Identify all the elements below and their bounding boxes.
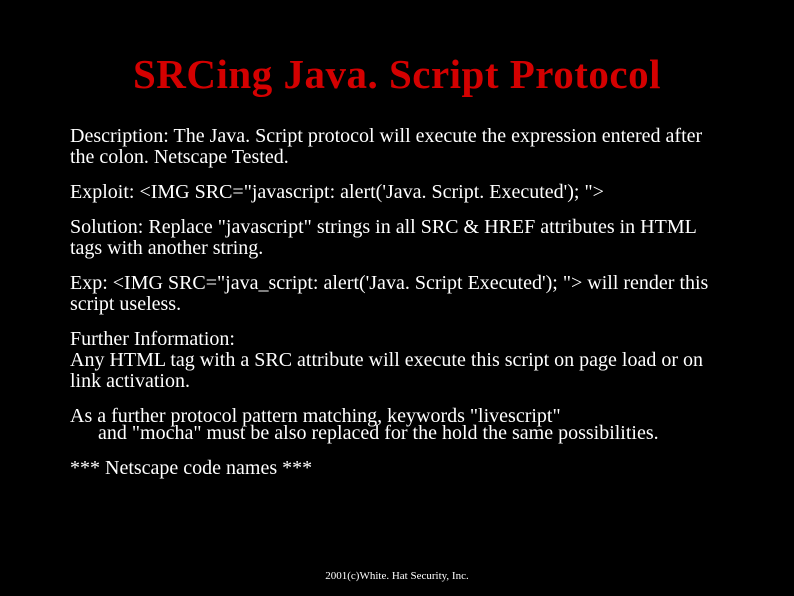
paragraph-1: Exploit: <IMG SRC="javascript: alert('Ja… xyxy=(70,182,724,203)
paragraph-7: *** Netscape code names *** xyxy=(70,458,724,479)
paragraph-4: Further Information:Any HTML tag with a … xyxy=(70,329,724,392)
slide-footer: 2001(c)White. Hat Security, Inc. xyxy=(0,570,794,582)
paragraph-6: and "mocha" must be also replaced for th… xyxy=(70,423,724,444)
slide-container: SRCing Java. Script Protocol Description… xyxy=(0,0,794,596)
paragraph-3: Exp: <IMG SRC="java_script: alert('Java.… xyxy=(70,273,724,315)
paragraph-2: Solution: Replace "javascript" strings i… xyxy=(70,217,724,259)
slide-title: SRCing Java. Script Protocol xyxy=(70,50,724,98)
slide-body: Description: The Java. Script protocol w… xyxy=(70,126,724,479)
paragraph-0: Description: The Java. Script protocol w… xyxy=(70,126,724,168)
